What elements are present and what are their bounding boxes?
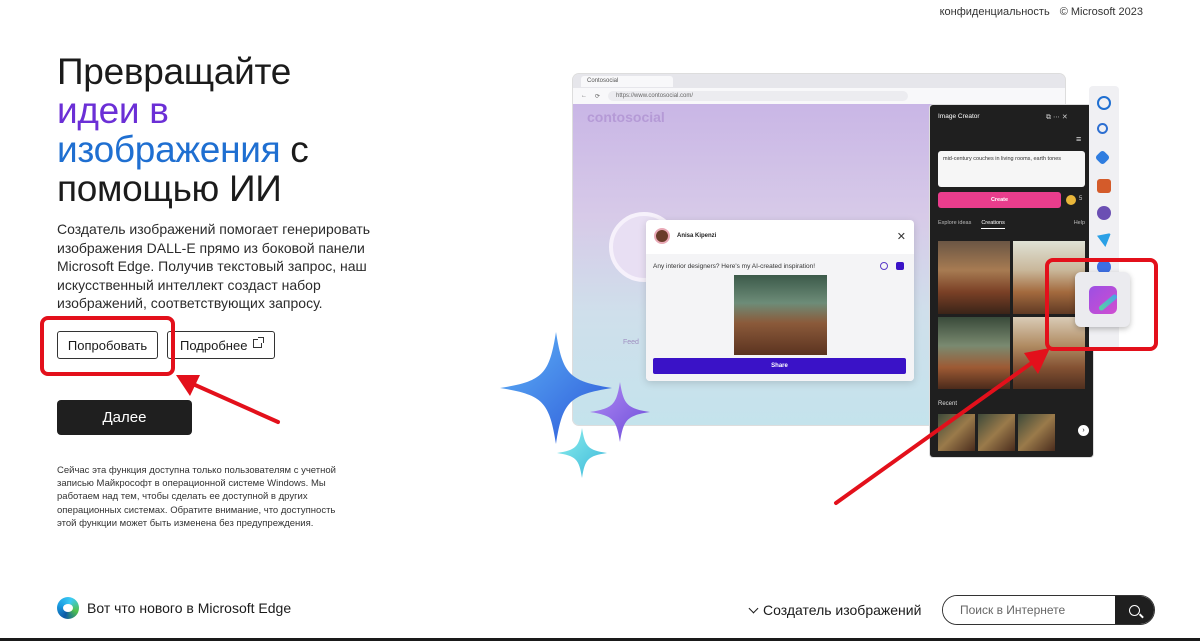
description: Создатель изображений помогает генериров…	[57, 221, 371, 311]
browser-tab-strip: Contosocial	[573, 74, 1065, 88]
browser-url: https://www.contosocial.com/	[608, 91, 909, 101]
title-line-2: идеи в	[57, 90, 169, 131]
edge-logo-icon	[57, 597, 79, 619]
avatar	[654, 228, 670, 244]
chevron-down-icon	[748, 603, 759, 613]
panel-tabs: Explore ideas Creations Help	[938, 220, 1085, 229]
browser-address-bar: ← ⟳ https://www.contosocial.com/	[573, 88, 1065, 104]
prompt-box: mid-century couches in living rooms, ear…	[938, 151, 1085, 187]
panel-window-icons: ⧉ ⋯ ✕	[1046, 114, 1068, 121]
search-button[interactable]	[1115, 596, 1154, 624]
chat-message: Any interior designers? Here's my AI-cre…	[653, 263, 816, 270]
copyright-text: © Microsoft 2023	[1059, 6, 1143, 18]
coin-count: 5	[1079, 196, 1083, 202]
top-links: конфиденциальность © Microsoft 2023	[940, 6, 1143, 18]
title-line-1: Превращайте	[57, 51, 292, 92]
broadcast-icon	[880, 262, 888, 270]
image-icon	[896, 262, 904, 270]
shopping-tag-icon	[1094, 149, 1111, 166]
title-line-3-highlight: изображения	[57, 129, 281, 170]
bing-chat-icon	[1097, 96, 1111, 110]
search-input[interactable]	[943, 596, 1115, 624]
learn-more-button[interactable]: Подробнее	[167, 331, 276, 359]
external-link-icon	[253, 336, 265, 348]
title-line-4: помощью ИИ	[57, 168, 282, 209]
generated-image	[938, 241, 1010, 314]
annotation-box-try	[40, 316, 175, 376]
search-icon	[1097, 123, 1108, 134]
sparkle-small-icon	[557, 428, 607, 478]
tools-icon	[1097, 179, 1111, 193]
coin-icon	[1066, 195, 1076, 205]
privacy-link[interactable]: конфиденциальность	[940, 6, 1050, 18]
menu-icon: ≡	[1076, 134, 1082, 144]
chat-header: Anisa Kipenzi ✕	[646, 220, 914, 244]
hero-heading-block: Превращайте идеи в изображения с помощью…	[57, 52, 387, 208]
site-logo: contosocial	[587, 109, 665, 125]
section-dropdown[interactable]: Создатель изображений	[748, 602, 922, 618]
panel-title: Image Creator	[938, 113, 980, 120]
whats-new-label: Вот что нового в Microsoft Edge	[87, 600, 292, 616]
chevron-right-icon: ›	[1078, 425, 1089, 436]
tab-creations: Creations	[981, 220, 1005, 229]
back-icon: ←	[581, 93, 587, 99]
whats-new-link[interactable]: Вот что нового в Microsoft Edge	[57, 597, 291, 619]
send-icon	[1097, 233, 1111, 247]
browser-tab: Contosocial	[581, 75, 673, 87]
section-dropdown-label: Создатель изображений	[763, 602, 922, 618]
feed-tab: Feed	[623, 339, 639, 346]
availability-note: Сейчас эта функция доступна только польз…	[57, 465, 336, 529]
close-icon: ✕	[896, 230, 906, 243]
tab-explore-ideas: Explore ideas	[938, 220, 972, 226]
page-title: Превращайте идеи в изображения с помощью…	[57, 52, 387, 208]
next-button[interactable]: Далее	[57, 400, 192, 435]
annotation-arrow-image-creator	[834, 348, 1050, 505]
chat-user-name: Anisa Kipenzi	[677, 233, 717, 239]
games-icon	[1097, 206, 1111, 220]
learn-more-label: Подробнее	[180, 337, 248, 353]
help-link: Help	[1073, 220, 1085, 226]
search-icon	[1129, 604, 1140, 616]
create-button: Create	[938, 192, 1061, 208]
refresh-icon: ⟳	[595, 93, 601, 100]
web-search	[942, 595, 1155, 625]
shared-image	[734, 275, 827, 355]
title-line-3-rest: с	[280, 129, 309, 170]
